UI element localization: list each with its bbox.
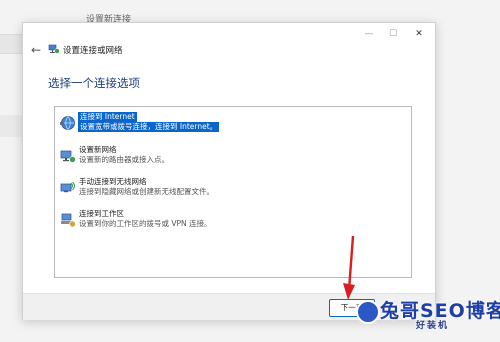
- dialog-heading: 选择一个连接选项: [48, 76, 140, 90]
- workplace-icon: [61, 213, 76, 228]
- maximize-button[interactable]: ☐: [381, 27, 405, 41]
- dialog-titlebar: ← 设置连接或网络 — ☐ ✕: [23, 23, 435, 71]
- option-setup-network[interactable]: 设置新网络 设置新的路由器或接入点。: [57, 144, 407, 170]
- option-connect-internet[interactable]: 连接到 Internet 设置宽带或拨号连接，连接到 Internet。: [57, 111, 407, 137]
- watermark-logo-icon: [356, 300, 380, 324]
- option-description: 设置宽带或拨号连接，连接到 Internet。: [78, 122, 220, 132]
- option-title: 连接到 Internet: [78, 112, 137, 122]
- background-sidebar-item: [0, 34, 22, 54]
- option-description: 连接到隐藏网络或创建新无线配置文件。: [79, 187, 214, 196]
- back-arrow-icon[interactable]: ←: [29, 43, 43, 57]
- network-app-icon: [48, 44, 60, 54]
- option-description: 设置到你的工作区的拨号或 VPN 连接。: [79, 219, 212, 228]
- router-icon: [60, 150, 76, 163]
- minimize-button[interactable]: —: [357, 27, 381, 41]
- option-title: 设置新网络: [79, 145, 117, 154]
- globe-icon: [60, 116, 75, 130]
- setup-connection-dialog: ← 设置连接或网络 — ☐ ✕ 选择一个连接选项 连接到 Internet 设置…: [22, 22, 436, 320]
- connection-options-list: 连接到 Internet 设置宽带或拨号连接，连接到 Internet。 设置新…: [54, 106, 412, 278]
- wireless-icon: [60, 181, 75, 193]
- dialog-title: 设置连接或网络: [63, 46, 123, 56]
- watermark: 兔哥SEO博客 好装机: [356, 296, 500, 336]
- background-sidebar-item: [0, 115, 22, 137]
- option-description: 设置新的路由器或接入点。: [79, 155, 169, 164]
- close-button[interactable]: ✕: [407, 27, 431, 41]
- option-connect-workplace[interactable]: 连接到工作区 设置到你的工作区的拨号或 VPN 连接。: [57, 208, 407, 234]
- watermark-subtext: 好装机: [416, 321, 450, 331]
- option-title: 手动连接到无线网络: [79, 177, 147, 186]
- option-title: 连接到工作区: [79, 209, 124, 218]
- option-manual-wireless[interactable]: 手动连接到无线网络 连接到隐藏网络或创建新无线配置文件。: [57, 176, 407, 202]
